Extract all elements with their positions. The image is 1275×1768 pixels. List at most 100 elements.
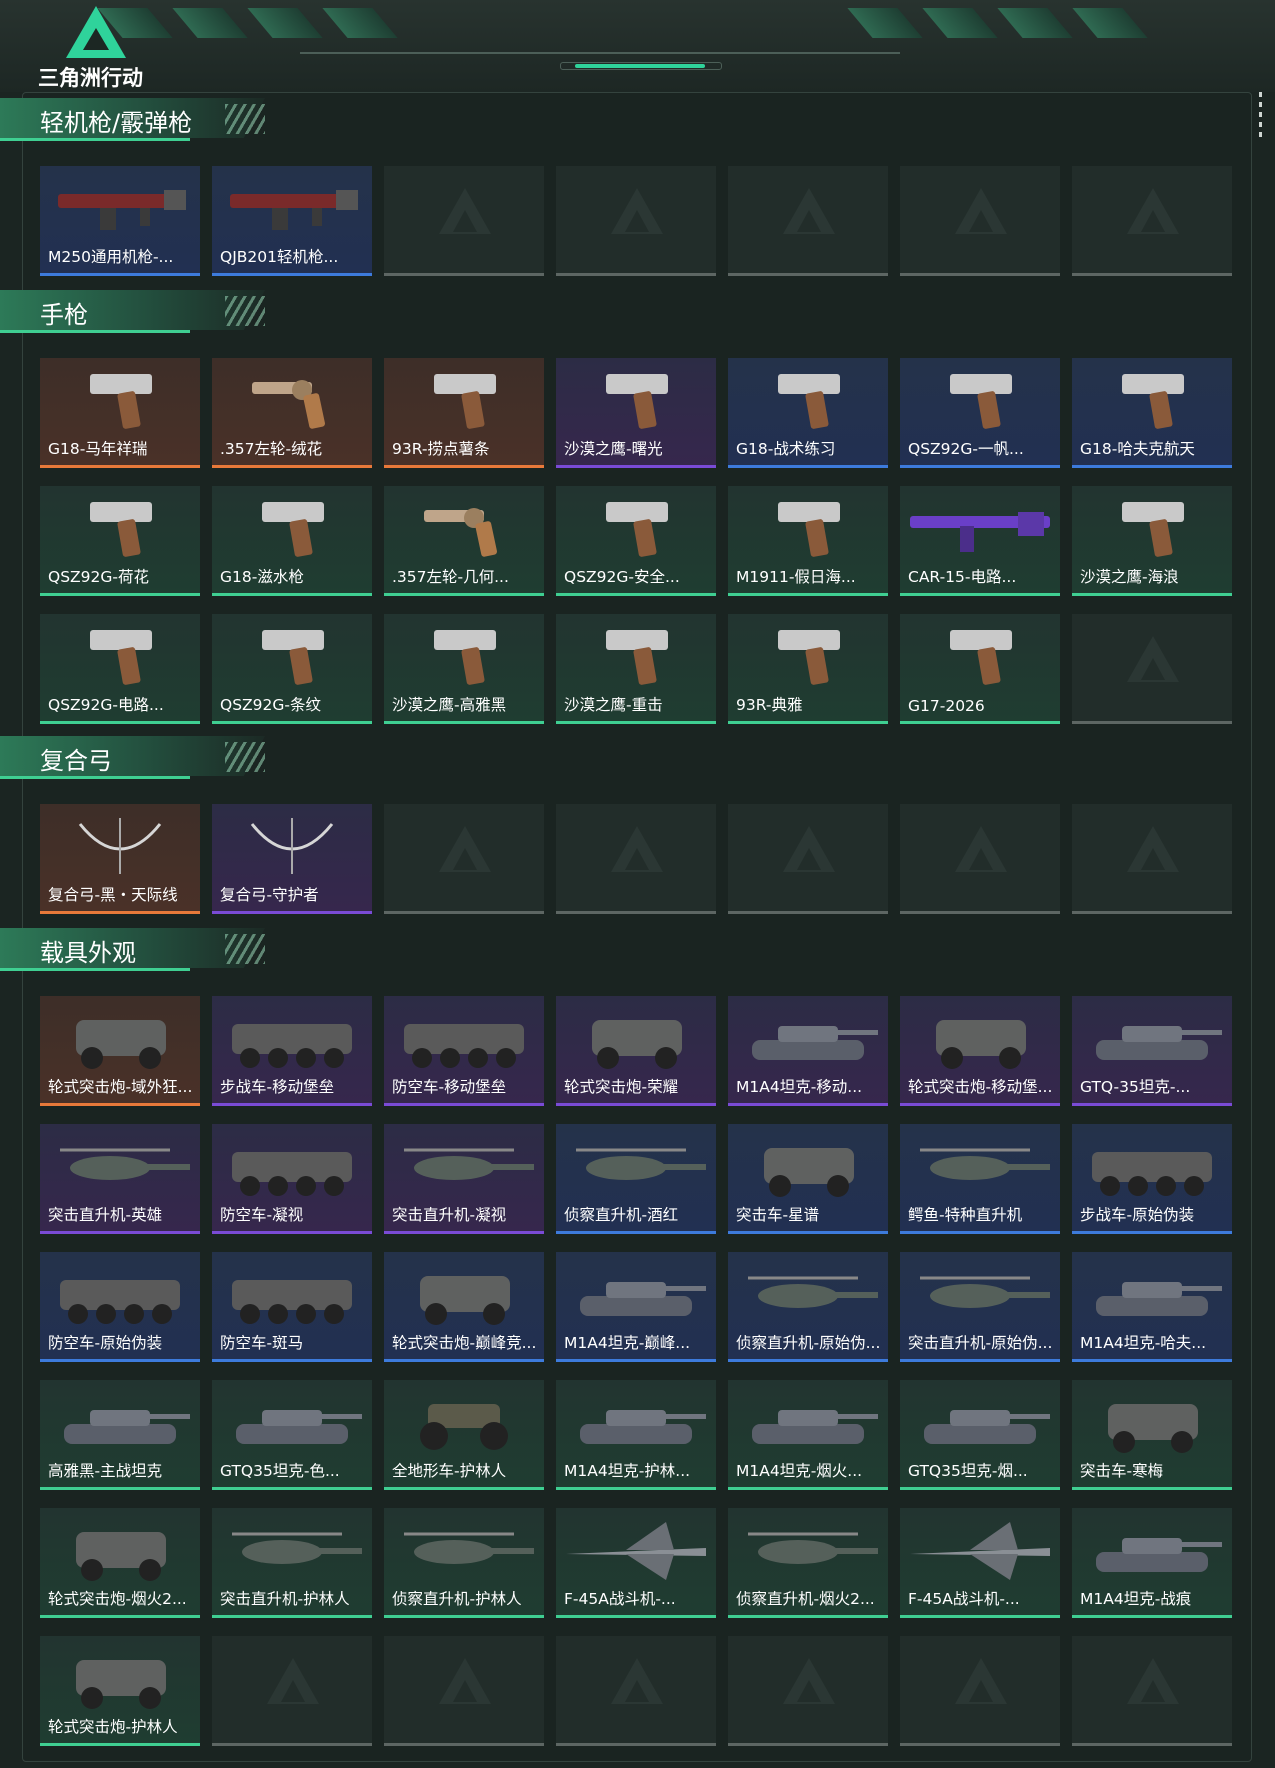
skin-item-card[interactable]: 轮式突击炮-巅峰竞... xyxy=(384,1252,544,1362)
skin-item-card[interactable]: G18-哈夫克航天 xyxy=(1072,358,1232,468)
skin-item-card[interactable]: 鳄鱼-特种直升机 xyxy=(900,1124,1060,1234)
empty-slot xyxy=(900,1636,1060,1746)
section-header-bar xyxy=(0,330,190,333)
skin-item-card[interactable]: G17-2026 xyxy=(900,614,1060,724)
skin-item-card[interactable]: .357左轮-绒花 xyxy=(212,358,372,468)
skin-item-card[interactable]: 轮式突击炮-护林人 xyxy=(40,1636,200,1746)
skin-item-card[interactable]: QSZ92G-安全... xyxy=(556,486,716,596)
skin-item-card[interactable]: 沙漠之鹰-重击 xyxy=(556,614,716,724)
skin-item-card[interactable]: 沙漠之鹰-高雅黑 xyxy=(384,614,544,724)
banner-stripe xyxy=(172,8,248,38)
skin-item-card[interactable]: M1A4坦克-移动... xyxy=(728,996,888,1106)
skin-item-card[interactable]: 防空车-斑马 xyxy=(212,1252,372,1362)
skin-item-card[interactable]: M1911-假日海... xyxy=(728,486,888,596)
skin-item-card[interactable]: 防空车-原始伪装 xyxy=(40,1252,200,1362)
placeholder-logo-inner xyxy=(969,848,993,870)
skin-item-card[interactable]: 高雅黑-主战坦克 xyxy=(40,1380,200,1490)
tank-icon xyxy=(236,1410,362,1444)
skin-item-card[interactable]: 沙漠之鹰-海浪 xyxy=(1072,486,1232,596)
skin-item-card[interactable]: M1A4坦克-护林... xyxy=(556,1380,716,1490)
skin-item-card[interactable]: 侦察直升机-酒红 xyxy=(556,1124,716,1234)
skin-item-card[interactable]: 侦察直升机-护林人 xyxy=(384,1508,544,1618)
armored-car-icon xyxy=(936,1020,1026,1069)
skin-item-card[interactable]: 轮式突击炮-域外狂... xyxy=(40,996,200,1106)
skin-item-card[interactable]: GTQ35坦克-色... xyxy=(212,1380,372,1490)
skin-item-card[interactable]: 防空车-凝视 xyxy=(212,1124,372,1234)
skin-item-card[interactable]: QSZ92G-条纹 xyxy=(212,614,372,724)
skin-item-card[interactable]: 轮式突击炮-烟火2... xyxy=(40,1508,200,1618)
skin-item-card[interactable]: 防空车-移动堡垒 xyxy=(384,996,544,1106)
skin-item-card[interactable]: CAR-15-电路... xyxy=(900,486,1060,596)
section-title: 载具外观 xyxy=(40,939,136,967)
pistol-icon xyxy=(778,374,840,429)
skin-item-card[interactable]: 突击直升机-凝视 xyxy=(384,1124,544,1234)
skin-item-card[interactable]: M1A4坦克-烟火... xyxy=(728,1380,888,1490)
skin-item-label: 突击直升机-原始伪... xyxy=(908,1334,1053,1352)
pistol-icon xyxy=(950,374,1012,429)
skin-item-card[interactable]: 步战车-移动堡垒 xyxy=(212,996,372,1106)
helicopter-icon xyxy=(404,1148,534,1180)
skin-item-label: 鳄鱼-特种直升机 xyxy=(908,1206,1023,1224)
skin-item-card[interactable]: G18-马年祥瑞 xyxy=(40,358,200,468)
skin-item-card[interactable]: M250通用机枪-... xyxy=(40,166,200,276)
skin-item-card[interactable]: 侦察直升机-原始伪... xyxy=(728,1252,888,1362)
skin-item-card[interactable]: 突击车-寒梅 xyxy=(1072,1380,1232,1490)
skin-item-card[interactable]: 侦察直升机-烟火2... xyxy=(728,1508,888,1618)
skin-item-card[interactable]: F-45A战斗机-... xyxy=(556,1508,716,1618)
skin-item-card[interactable]: 轮式突击炮-荣耀 xyxy=(556,996,716,1106)
skin-item-card[interactable]: F-45A战斗机-... xyxy=(900,1508,1060,1618)
skin-item-card[interactable]: 突击车-星谱 xyxy=(728,1124,888,1234)
section-hatch-decoration xyxy=(225,104,265,134)
skin-item-card[interactable]: QJB201轻机枪... xyxy=(212,166,372,276)
skin-item-card[interactable]: .357左轮-几何... xyxy=(384,486,544,596)
skin-item-card[interactable]: 93R-典雅 xyxy=(728,614,888,724)
section-header-bar xyxy=(0,138,190,141)
scrollbar[interactable] xyxy=(1259,92,1263,152)
skin-item-card[interactable]: 复合弓-守护者 xyxy=(212,804,372,914)
skin-item-card[interactable]: M1A4坦克-战痕 xyxy=(1072,1508,1232,1618)
skin-item-card[interactable]: 步战车-原始伪装 xyxy=(1072,1124,1232,1234)
placeholder-logo-inner xyxy=(453,1680,477,1702)
skin-item-label: M1911-假日海... xyxy=(736,568,856,586)
machine-gun-icon xyxy=(58,190,186,230)
skin-item-card[interactable]: QSZ92G-荷花 xyxy=(40,486,200,596)
placeholder-logo-inner xyxy=(1141,210,1165,232)
skin-item-card[interactable]: G18-战术练习 xyxy=(728,358,888,468)
empty-slot xyxy=(1072,614,1232,724)
section-title: 手枪 xyxy=(40,301,88,329)
rifle-icon xyxy=(910,512,1050,552)
helicopter-icon xyxy=(748,1532,878,1564)
skin-item-card[interactable]: GTQ-35坦克-... xyxy=(1072,996,1232,1106)
skin-item-label: 侦察直升机-原始伪... xyxy=(736,1334,881,1352)
tank-icon xyxy=(580,1410,706,1444)
armored-car-icon xyxy=(420,1276,510,1325)
skin-item-card[interactable]: 突击直升机-护林人 xyxy=(212,1508,372,1618)
header-indicator-glow xyxy=(575,64,705,68)
skin-item-card[interactable]: 轮式突击炮-移动堡... xyxy=(900,996,1060,1106)
skin-item-card[interactable]: QSZ92G-一帆... xyxy=(900,358,1060,468)
skin-item-card[interactable]: 全地形车-护林人 xyxy=(384,1380,544,1490)
skin-item-label: 复合弓-守护者 xyxy=(220,886,319,904)
pistol-icon xyxy=(1122,502,1184,557)
skin-item-card[interactable]: M1A4坦克-巅峰... xyxy=(556,1252,716,1362)
skin-item-card[interactable]: 突击直升机-原始伪... xyxy=(900,1252,1060,1362)
skin-item-label: 沙漠之鹰-曙光 xyxy=(564,440,663,458)
skin-item-card[interactable]: 93R-捞点薯条 xyxy=(384,358,544,468)
skin-item-card[interactable]: 复合弓-黑・天际线 xyxy=(40,804,200,914)
skin-item-card[interactable]: M1A4坦克-哈夫... xyxy=(1072,1252,1232,1362)
revolver-icon xyxy=(424,508,498,557)
pistol-icon xyxy=(778,502,840,557)
skin-item-card[interactable]: 突击直升机-英雄 xyxy=(40,1124,200,1234)
skin-item-label: M250通用机枪-... xyxy=(48,248,174,266)
skin-item-label: G18-哈夫克航天 xyxy=(1080,440,1195,458)
section-header: 轻机枪/霰弹枪 xyxy=(0,98,280,144)
placeholder-logo-inner xyxy=(1141,1680,1165,1702)
apc-icon xyxy=(60,1280,180,1324)
skin-item-card[interactable]: 沙漠之鹰-曙光 xyxy=(556,358,716,468)
section-header-bar xyxy=(0,776,190,779)
skin-item-label: 侦察直升机-护林人 xyxy=(392,1590,522,1608)
skin-item-label: 防空车-斑马 xyxy=(220,1334,304,1352)
skin-item-card[interactable]: GTQ35坦克-烟... xyxy=(900,1380,1060,1490)
skin-item-card[interactable]: G18-滋水枪 xyxy=(212,486,372,596)
skin-item-card[interactable]: QSZ92G-电路... xyxy=(40,614,200,724)
